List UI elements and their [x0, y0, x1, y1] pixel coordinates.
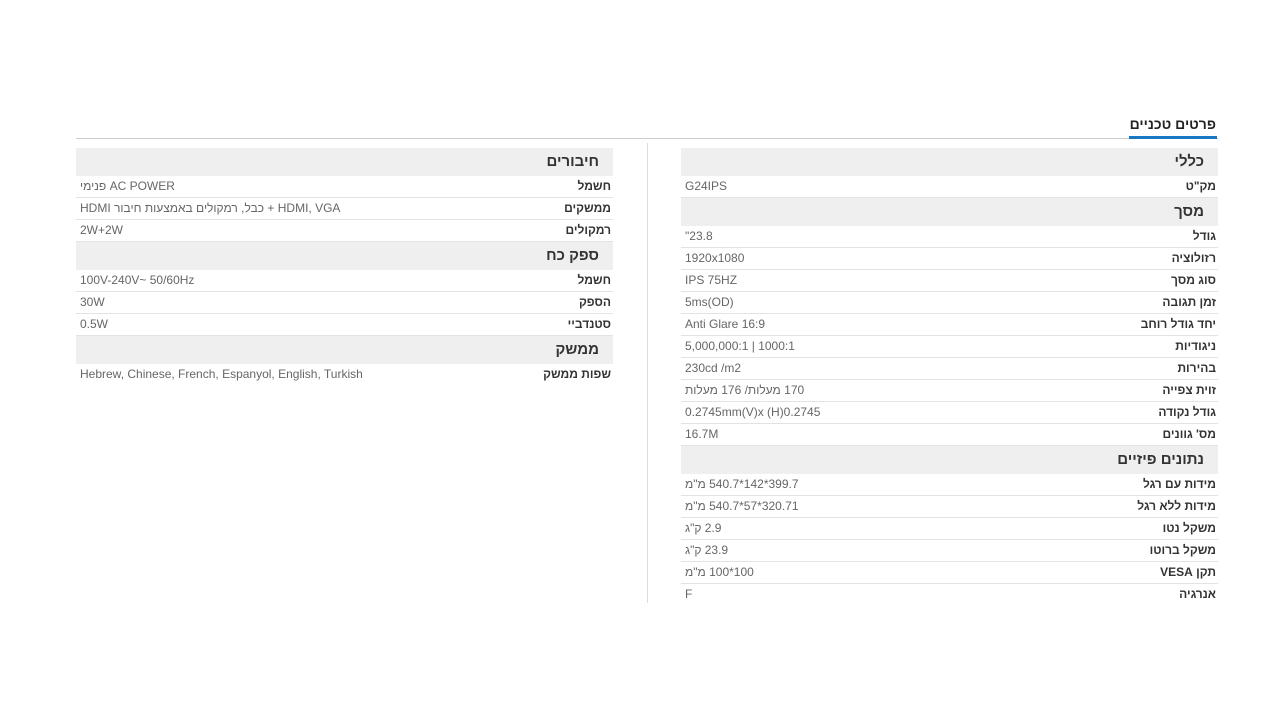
spec-label: סטנדביי: [567, 317, 611, 331]
spec-label: גודל: [1192, 229, 1216, 243]
spec-label: רזולוציה: [1171, 251, 1216, 265]
spec-label: בהירות: [1177, 361, 1216, 375]
spec-row: בהירות 230cd /m2: [681, 358, 1218, 380]
spec-label: מס' גוונים: [1162, 427, 1216, 441]
spec-value: 5ms(OD): [685, 295, 734, 309]
spec-value: 0.2745mm(V)x (H)0.2745: [685, 405, 821, 419]
specs-right-column: כללי מק"ט G24IPS מסך גודל 23.8" רזולוציה 1920x1…: [681, 148, 1218, 605]
spec-value: F: [685, 587, 693, 601]
spec-value: G24IPS: [685, 179, 728, 193]
spec-value: IPS 75HZ: [685, 273, 738, 287]
spec-row: משקל נטו 2.9 ק"ג: [681, 518, 1218, 540]
spec-tab-bar: פרטים טכניים: [76, 112, 1218, 139]
spec-row: ניגודיות 1000:1 | 5,000,000:1: [681, 336, 1218, 358]
section-heading: נתונים פיזיים: [681, 446, 1218, 474]
spec-value: 230cd /m2: [685, 361, 742, 375]
spec-label: הספק: [578, 295, 611, 309]
spec-row: שפות ממשק Hebrew, Chinese, French, Espany…: [76, 364, 613, 385]
spec-row: מס' גוונים 16.7M: [681, 424, 1218, 446]
section-heading: מסך: [681, 198, 1218, 226]
spec-label: אנרגיה: [1179, 587, 1216, 601]
spec-value: Anti Glare 16:9: [685, 317, 766, 331]
spec-row: מידות ללא רגל 320.71*57*540.7 מ"מ: [681, 496, 1218, 518]
spec-value: 1920x1080: [685, 251, 745, 265]
spec-row: אנרגיה F: [681, 584, 1218, 605]
spec-label: סוג מסך: [1171, 273, 1216, 287]
spec-row: ממשקים HDMI, VGA + כבל, רמקולים באמצעות ח…: [76, 198, 613, 220]
spec-row: משקל ברוטו 23.9 ק"ג: [681, 540, 1218, 562]
spec-label: חשמל: [577, 179, 611, 193]
spec-label: שפות ממשק: [543, 367, 611, 381]
spec-value: AC POWER פנימי: [80, 179, 175, 193]
spec-label: מידות עם רגל: [1143, 477, 1216, 491]
spec-value: 100*100 מ"מ: [685, 565, 754, 579]
spec-label: תקן VESA: [1160, 565, 1216, 579]
section-heading: כללי: [681, 148, 1218, 176]
spec-row: סוג מסך IPS 75HZ: [681, 270, 1218, 292]
spec-value: 16.7M: [685, 427, 719, 441]
spec-label: יחד גודל רוחב: [1140, 317, 1216, 331]
spec-value: HDMI, VGA + כבל, רמקולים באמצעות חיבור H…: [80, 201, 341, 215]
spec-value: 23.9 ק"ג: [685, 543, 729, 557]
spec-row: מק"ט G24IPS: [681, 176, 1218, 198]
spec-row: גודל נקודה 0.2745mm(V)x (H)0.2745: [681, 402, 1218, 424]
spec-value: 23.8": [685, 229, 713, 243]
column-divider: [647, 143, 648, 603]
spec-row: זוית צפייה 170 מעלות/ 176 מעלות: [681, 380, 1218, 402]
spec-label: חשמל: [577, 273, 611, 287]
spec-label: מק"ט: [1185, 179, 1216, 193]
spec-label: משקל נטו: [1162, 521, 1216, 535]
spec-label: ממשקים: [564, 201, 611, 215]
spec-row: רמקולים 2W+2W: [76, 220, 613, 242]
spec-value: 2W+2W: [80, 223, 124, 237]
tab-technical-specs[interactable]: פרטים טכניים: [1128, 114, 1217, 139]
spec-row: יחד גודל רוחב Anti Glare 16:9: [681, 314, 1218, 336]
spec-label: רמקולים: [565, 223, 611, 237]
spec-label: מידות ללא רגל: [1137, 499, 1216, 513]
spec-row: הספק 30W: [76, 292, 613, 314]
spec-row: מידות עם רגל 399.7*142*540.7 מ"מ: [681, 474, 1218, 496]
spec-row: רזולוציה 1920x1080: [681, 248, 1218, 270]
spec-label: משקל ברוטו: [1149, 543, 1216, 557]
specs-left-column: חיבורים חשמל AC POWER פנימי ממשקים HDMI, VGA…: [76, 148, 613, 385]
spec-label: גודל נקודה: [1158, 405, 1216, 419]
spec-row: זמן תגובה 5ms(OD): [681, 292, 1218, 314]
section-heading: ספק כח: [76, 242, 613, 270]
spec-value: 1000:1 | 5,000,000:1: [685, 339, 795, 353]
spec-label: זוית צפייה: [1162, 383, 1216, 397]
spec-value: 170 מעלות/ 176 מעלות: [685, 383, 805, 397]
section-heading: ממשק: [76, 336, 613, 364]
spec-label: זמן תגובה: [1162, 295, 1216, 309]
spec-value: 320.71*57*540.7 מ"מ: [685, 499, 799, 513]
spec-value: 30W: [80, 295, 105, 309]
spec-row: סטנדביי 0.5W: [76, 314, 613, 336]
spec-row: גודל 23.8": [681, 226, 1218, 248]
spec-value: 2.9 ק"ג: [685, 521, 722, 535]
spec-row: חשמל 100V-240V~ 50/60Hz: [76, 270, 613, 292]
section-heading: חיבורים: [76, 148, 613, 176]
spec-value: Hebrew, Chinese, French, Espanyol, Engli…: [80, 367, 363, 381]
spec-value: 399.7*142*540.7 מ"מ: [685, 477, 799, 491]
spec-row: תקן VESA 100*100 מ"מ: [681, 562, 1218, 584]
spec-label: ניגודיות: [1175, 339, 1216, 353]
spec-value: 100V-240V~ 50/60Hz: [80, 273, 195, 287]
spec-row: חשמל AC POWER פנימי: [76, 176, 613, 198]
spec-value: 0.5W: [80, 317, 109, 331]
